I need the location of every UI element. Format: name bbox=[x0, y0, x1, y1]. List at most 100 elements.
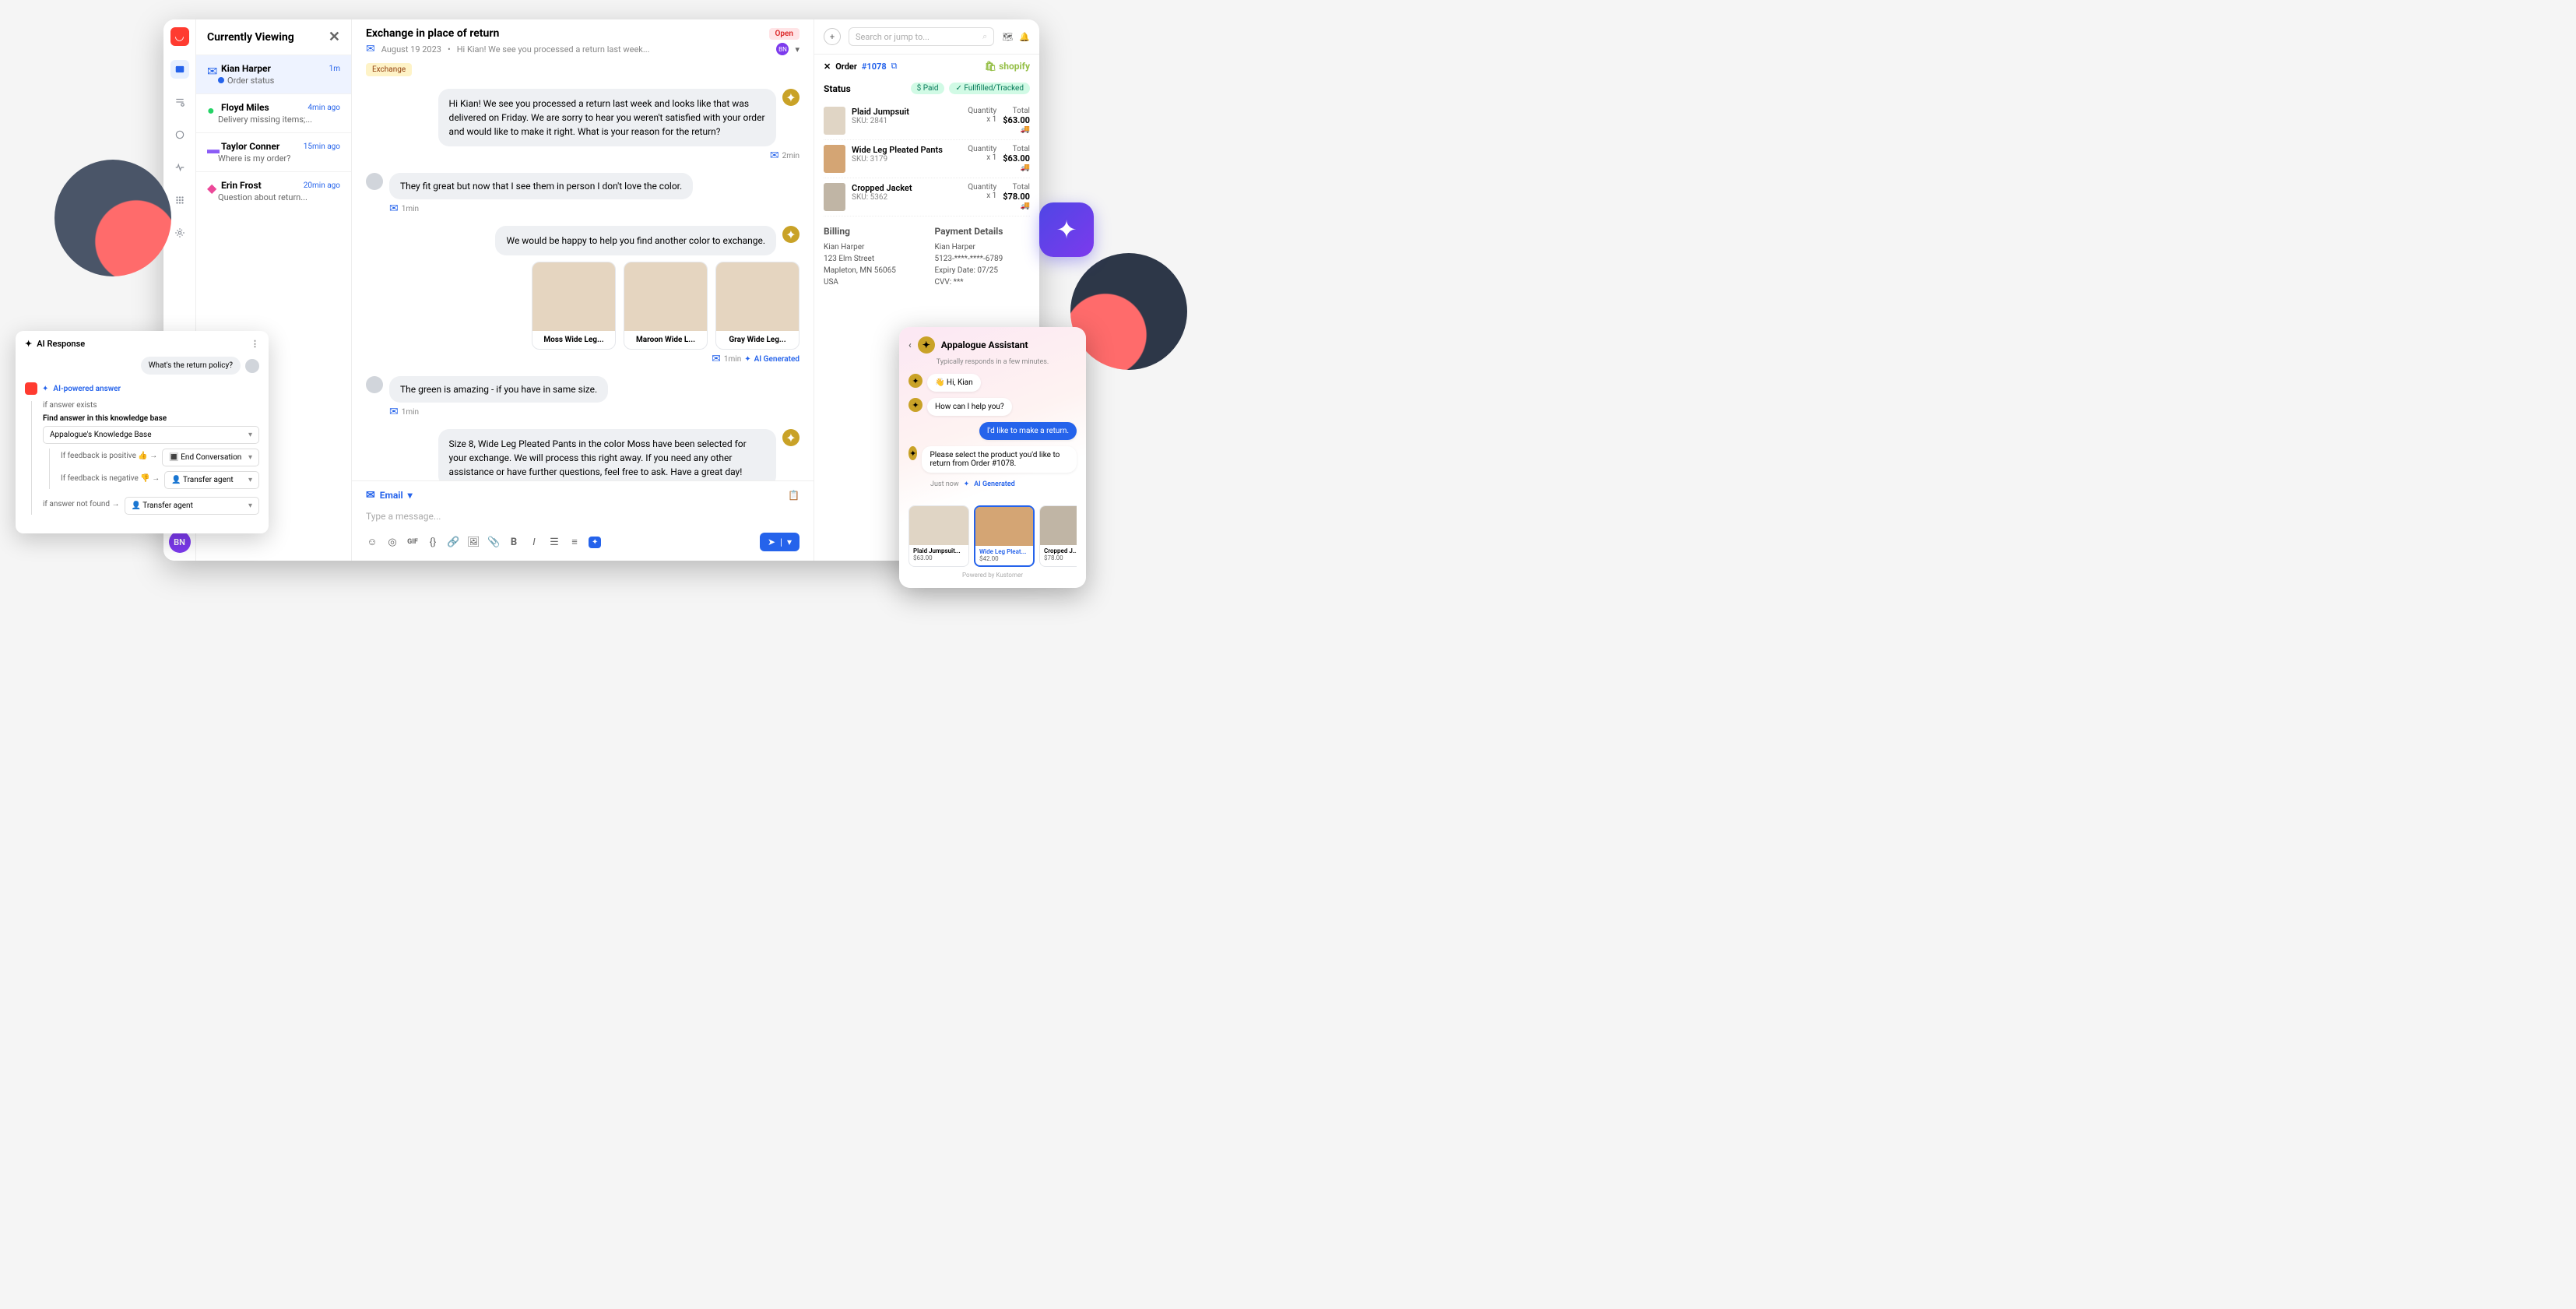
kb-selector[interactable]: Appalogue's Knowledge Base▾ bbox=[43, 426, 259, 444]
line-item: Plaid JumpsuitSKU: 2841 Quantityx 1 Tota… bbox=[824, 102, 1030, 140]
action-selector[interactable]: 🔳 End Conversation▾ bbox=[162, 449, 259, 466]
emoji-icon[interactable]: ☺ bbox=[366, 536, 378, 548]
close-icon[interactable]: ✕ bbox=[329, 29, 340, 45]
assignee-avatar[interactable]: BN bbox=[776, 43, 789, 55]
action-selector[interactable]: 👤 Transfer agent▾ bbox=[125, 497, 259, 515]
brand-logo: ◡ bbox=[170, 27, 189, 46]
conversation-date: August 19 2023 bbox=[381, 44, 441, 55]
user-avatar bbox=[245, 359, 259, 373]
ai-powered-label[interactable]: AI-powered answer bbox=[53, 385, 121, 393]
chevron-down-icon[interactable]: ▾ bbox=[408, 490, 413, 501]
agent-photo bbox=[54, 160, 171, 276]
settings-icon[interactable] bbox=[170, 223, 189, 242]
apps-icon[interactable] bbox=[170, 191, 189, 209]
order-id-link[interactable]: #1078 bbox=[862, 62, 887, 72]
conv-list-title: Currently Viewing bbox=[207, 31, 294, 44]
product-option[interactable]: Wide Leg Pleat...$42.00 bbox=[974, 505, 1035, 567]
email-icon: ✉ bbox=[366, 489, 375, 501]
product-thumb bbox=[824, 183, 845, 211]
condition-label: if answer exists bbox=[43, 401, 259, 410]
user-message: I'd like to make a return. bbox=[979, 422, 1077, 440]
messenger-icon: ◆ bbox=[207, 181, 216, 190]
line-item: Cropped JacketSKU: 5362 Quantityx 1 Tota… bbox=[824, 178, 1030, 216]
assistant-widget: ‹ ✦ Appalogue Assistant Typically respon… bbox=[899, 327, 1086, 588]
payment-block: Payment Details Kian Harper 5123-****-**… bbox=[935, 224, 1031, 288]
customer-avatar bbox=[366, 376, 383, 393]
assistant-message: 👋 Hi, Kian bbox=[927, 374, 981, 392]
close-icon[interactable]: ✕ bbox=[824, 62, 831, 72]
conversation-title: Exchange in place of return bbox=[366, 27, 499, 40]
product-thumb bbox=[824, 145, 845, 173]
ai-app-icon: ✦ bbox=[1039, 202, 1094, 257]
back-icon[interactable]: ‹ bbox=[908, 340, 912, 350]
fulfilled-badge: ✓ Fullfilled/Tracked bbox=[949, 83, 1030, 94]
ai-panel-title: AI Response bbox=[37, 339, 85, 349]
chevron-down-icon[interactable]: ▾ bbox=[795, 44, 800, 55]
customer-message: The green is amazing - if you have in sa… bbox=[389, 376, 608, 403]
user-avatar[interactable]: BN bbox=[169, 531, 191, 553]
add-button[interactable]: + bbox=[824, 28, 841, 45]
assistant-avatar: ✦ bbox=[918, 336, 935, 354]
search-input[interactable]: Search or jump to...⌕ bbox=[849, 27, 994, 46]
product-card[interactable]: Moss Wide Leg... bbox=[532, 262, 616, 350]
channel-selector[interactable]: Email bbox=[380, 490, 403, 501]
product-option[interactable]: Cropped J...$78.00 bbox=[1039, 505, 1077, 567]
refresh-icon[interactable] bbox=[170, 125, 189, 144]
pulse-icon[interactable] bbox=[170, 158, 189, 177]
action-selector[interactable]: 👤 Transfer agent▾ bbox=[164, 471, 259, 489]
whatsapp-icon: ● bbox=[207, 103, 216, 112]
paid-badge: $ Paid bbox=[911, 83, 945, 94]
user-question: What's the return policy? bbox=[141, 357, 241, 375]
customer-photo bbox=[1070, 253, 1187, 370]
gif-icon[interactable]: GIF bbox=[406, 538, 419, 546]
attachment-icon[interactable]: 📎 bbox=[487, 537, 500, 548]
target-icon[interactable]: ◎ bbox=[386, 537, 399, 548]
inbox-icon[interactable] bbox=[170, 60, 189, 79]
assistant-avatar: ✦ bbox=[908, 374, 923, 388]
tag-badge[interactable]: Exchange bbox=[366, 63, 412, 76]
conversation-preview: Hi Kian! We see you processed a return l… bbox=[457, 44, 650, 55]
conversation-item[interactable]: ▬ Taylor Conner 15min ago Where is my or… bbox=[196, 132, 351, 171]
chat-icon: ▬ bbox=[207, 142, 216, 151]
conversation-item[interactable]: ✉ Kian Harper 1m Order status bbox=[196, 55, 351, 93]
composer-toolbar: ☺ ◎ GIF {} 🔗 🖼 📎 B I ☰ ≡ ✦ ➤ | ▾ bbox=[366, 533, 800, 551]
list-icon[interactable]: ☰ bbox=[548, 537, 561, 548]
agent-message: We would be happy to help you find anoth… bbox=[495, 226, 776, 255]
ordered-list-icon[interactable]: ≡ bbox=[568, 536, 581, 548]
external-link-icon[interactable]: ⧉ bbox=[891, 61, 898, 72]
sparkle-icon: ✦ bbox=[25, 339, 32, 349]
search-list-icon[interactable] bbox=[170, 93, 189, 111]
bold-icon[interactable]: B bbox=[508, 537, 520, 548]
billing-block: Billing Kian Harper 123 Elm Street Maple… bbox=[824, 224, 919, 288]
conversation-item[interactable]: ◆ Erin Frost 20min ago Question about re… bbox=[196, 171, 351, 210]
order-label: Order bbox=[835, 62, 857, 72]
send-button[interactable]: ➤ | ▾ bbox=[760, 533, 800, 551]
truck-icon: 🚚 bbox=[1003, 125, 1030, 134]
agent-avatar: ✦ bbox=[782, 429, 800, 446]
shopify-badge: 🛍 shopify bbox=[985, 61, 1030, 72]
product-card[interactable]: Maroon Wide L... bbox=[624, 262, 708, 350]
product-card[interactable]: Gray Wide Leg... bbox=[715, 262, 800, 350]
find-answer-label: Find answer in this knowledge base bbox=[43, 414, 259, 423]
italic-icon[interactable]: I bbox=[528, 537, 540, 548]
customer-message: They fit great but now that I see them i… bbox=[389, 173, 693, 199]
message-input[interactable]: Type a message... bbox=[366, 506, 800, 533]
conversation-pane: Exchange in place of return Open ✉ Augus… bbox=[352, 19, 814, 561]
product-option[interactable]: Plaid Jumpsuit...$63.00 bbox=[908, 505, 969, 567]
more-icon[interactable]: ⋮ bbox=[251, 339, 259, 349]
assistant-message: Please select the product you'd like to … bbox=[922, 446, 1077, 473]
response-time-label: Typically responds in a few minutes. bbox=[908, 358, 1077, 366]
product-thumb bbox=[824, 107, 845, 135]
assistant-title: Appalogue Assistant bbox=[941, 340, 1028, 350]
agent-avatar: ✦ bbox=[782, 226, 800, 243]
bell-icon[interactable]: 🔔 bbox=[1019, 32, 1030, 42]
status-badge: Open bbox=[769, 28, 800, 40]
clipboard-icon[interactable]: 📋 bbox=[788, 490, 800, 501]
link-icon[interactable]: 🔗 bbox=[447, 537, 459, 548]
map-icon[interactable]: 🗺 bbox=[1002, 32, 1013, 42]
ai-response-panel: ✦ AI Response ⋮ What's the return policy… bbox=[16, 331, 269, 533]
conversation-item[interactable]: ● Floyd Miles 4min ago Delivery missing … bbox=[196, 93, 351, 132]
ai-assist-button[interactable]: ✦ bbox=[589, 537, 601, 548]
code-icon[interactable]: {} bbox=[427, 537, 439, 548]
image-icon[interactable]: 🖼 bbox=[467, 537, 480, 548]
